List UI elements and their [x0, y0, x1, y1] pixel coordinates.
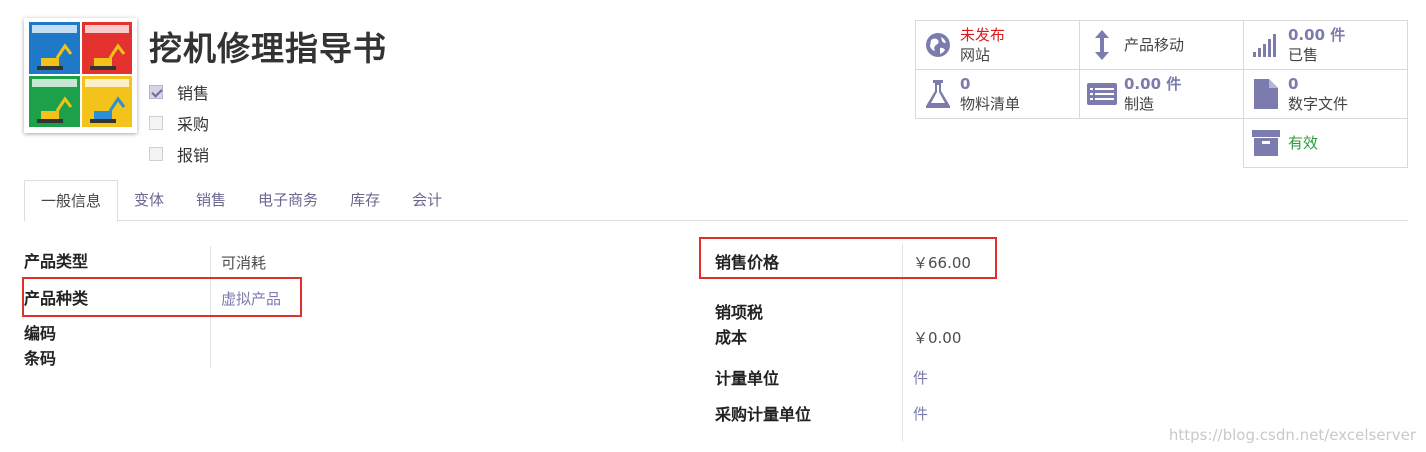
purchase-uom-label: 采购计量单位 [715, 405, 812, 424]
sales-tax-label: 销项税 [715, 303, 764, 322]
purchase-uom-value[interactable]: 件 [913, 403, 928, 424]
uom-label: 计量单位 [715, 369, 780, 388]
sold-button[interactable]: 0.00 件 已售 [1243, 20, 1408, 70]
bom-value: 0 [960, 75, 971, 93]
purchase-checkbox-label: 采购 [177, 114, 210, 134]
digital-files-value: 0 [1288, 75, 1299, 93]
product-title[interactable]: 挖机修理指导书 [149, 22, 387, 70]
active-label: 有效 [1288, 134, 1319, 152]
expense-checkbox[interactable] [149, 146, 163, 161]
flag-expense[interactable]: 报销 [149, 138, 209, 169]
product-type-value[interactable]: 可消耗 [221, 252, 266, 273]
sale-checkbox-label: 销售 [177, 83, 210, 103]
product-flags: 销售 采购 报销 [149, 76, 209, 169]
internal-reference-label: 编码 [24, 324, 57, 343]
category-highlight-box [22, 277, 302, 317]
sale-checkbox[interactable] [149, 84, 163, 99]
cost-label: 成本 [715, 328, 748, 347]
archive-icon [1244, 130, 1288, 156]
cost-value[interactable]: ￥0.00 [913, 327, 961, 348]
digital-files-button[interactable]: 0 数字文件 [1243, 69, 1408, 119]
signal-bars-icon [1244, 33, 1288, 57]
tab-inventory[interactable]: 库存 [334, 180, 396, 221]
sold-value: 0.00 件 [1288, 26, 1346, 44]
thumb-tile-blue [29, 22, 80, 74]
product-image[interactable] [24, 18, 137, 133]
watermark-text: https://blog.csdn.net/excelserver [1168, 426, 1416, 444]
website-button[interactable]: 未发布 网站 [915, 20, 1080, 70]
file-icon [1244, 79, 1288, 109]
flag-sale[interactable]: 销售 [149, 76, 209, 107]
active-toggle-button[interactable]: 有效 [1243, 118, 1408, 168]
thumb-tile-red [81, 22, 132, 74]
expense-checkbox-label: 报销 [177, 145, 210, 165]
flask-icon [916, 80, 960, 108]
smart-button-box: 未发布 网站 产品移动 0.00 件 已售 0 物料清单 0.00 件 制造 0… [915, 20, 1408, 168]
website-status: 未发布 [960, 26, 1006, 44]
tab-ecommerce[interactable]: 电子商务 [242, 180, 334, 221]
barcode-label: 条码 [24, 349, 57, 368]
tab-accounting[interactable]: 会计 [396, 180, 458, 221]
manufacture-label: 制造 [1124, 95, 1155, 113]
globe-icon [916, 32, 960, 58]
flag-purchase[interactable]: 采购 [149, 107, 209, 138]
manufacture-button[interactable]: 0.00 件 制造 [1079, 69, 1244, 119]
thumb-tile-green [29, 75, 80, 127]
tab-sales[interactable]: 销售 [180, 180, 242, 221]
bom-label: 物料清单 [960, 95, 1021, 113]
manufacture-value: 0.00 件 [1124, 75, 1182, 93]
product-moves-label: 产品移动 [1124, 36, 1185, 54]
digital-files-label: 数字文件 [1288, 95, 1349, 113]
website-label: 网站 [960, 46, 991, 64]
purchase-checkbox[interactable] [149, 115, 163, 130]
list-card-icon [1080, 83, 1124, 105]
product-moves-button[interactable]: 产品移动 [1079, 20, 1244, 70]
product-type-label: 产品类型 [24, 252, 89, 271]
tab-general-info[interactable]: 一般信息 [24, 180, 119, 222]
bom-button[interactable]: 0 物料清单 [915, 69, 1080, 119]
price-highlight-box [699, 237, 997, 279]
sold-label: 已售 [1288, 46, 1319, 64]
updown-arrow-icon [1080, 30, 1124, 60]
thumb-tile-yellow [81, 75, 132, 127]
notebook-tabs: 一般信息 变体 销售 电子商务 库存 会计 [24, 180, 1408, 222]
tab-variants[interactable]: 变体 [118, 180, 180, 221]
uom-value[interactable]: 件 [913, 367, 928, 388]
